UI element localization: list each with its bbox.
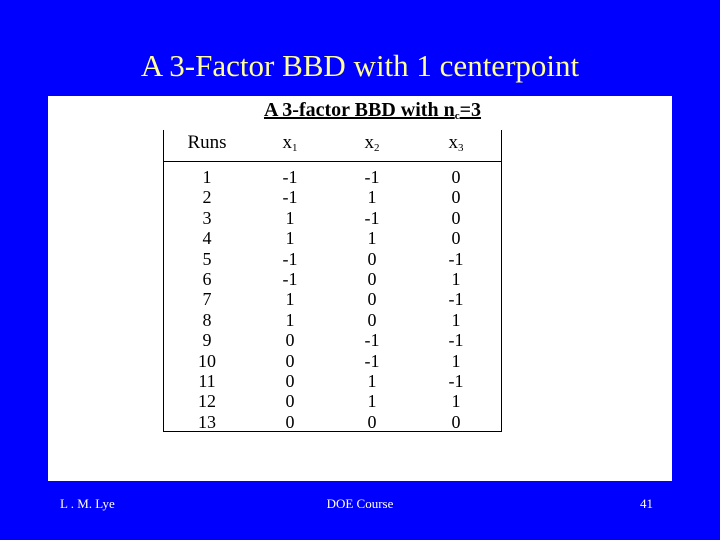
slide-title: A 3-Factor BBD with 1 centerpoint [140,48,580,83]
cell-x1: 0 [285,330,295,351]
table-row: 5 -1 0 -1 [164,249,501,269]
cell-x2: 1 [367,228,377,249]
cell-x2: -1 [364,167,380,187]
cell-x3: 0 [451,207,461,228]
header-x3: x3 [448,132,464,155]
cell-x3: 1 [451,268,461,289]
cell-run: 4 [202,228,212,249]
cell-x3: -1 [448,370,464,391]
table-row: 8 1 0 1 [164,310,501,330]
table-row: 13 0 0 0 [164,412,501,432]
footer-page-number: 41 [640,496,653,511]
cell-x2: 0 [367,289,377,310]
table-header-row: Runs x1 x2 x3 [164,130,501,162]
cell-x2: 1 [367,391,377,412]
table-title-tail: =3 [459,99,482,121]
cell-x1: -1 [282,187,298,208]
cell-x3: -1 [448,330,464,351]
cell-run: 10 [198,350,216,371]
cell-run: 9 [202,330,212,351]
cell-x1: 1 [285,207,295,228]
cell-x1: 0 [285,370,295,391]
cell-x2: -1 [364,350,380,371]
content-panel: A 3-factor BBD with nc=3 Runs x1 x2 x3 1… [48,96,672,481]
cell-x1: -1 [282,268,298,289]
cell-x3: 0 [451,167,461,187]
header-x1: x1 [282,132,298,155]
cell-x2: -1 [364,330,380,351]
cell-run: 1 [202,167,212,187]
cell-x3: 0 [451,228,461,249]
cell-x1: 1 [285,289,295,310]
table-row: 6 -1 0 1 [164,269,501,289]
table-row: 9 0 -1 -1 [164,330,501,350]
cell-run: 2 [202,187,212,208]
table-row: 10 0 -1 1 [164,351,501,371]
table-body: 1 -1 -1 0 2 -1 1 0 3 1 -1 0 4 1 1 0 5 -1 0 -1 6 -1 0 1 7 1 0 -1 8 1 0 1… [164,167,501,432]
cell-x1: 0 [285,411,295,432]
cell-run: 12 [198,391,216,412]
cell-x3: -1 [448,289,464,310]
cell-x2: 0 [367,268,377,289]
table-title: A 3-factor BBD with nc=3 [48,98,672,128]
footer-course: DOE Course [326,496,394,511]
bbd-design-table: Runs x1 x2 x3 1 -1 -1 0 2 -1 1 0 3 1 -1 0 4 1 1 0 5 -1 0 -1… [163,130,502,432]
cell-x1: 0 [285,391,295,412]
cell-x3: 0 [451,187,461,208]
cell-x3: 1 [451,391,461,412]
table-row: 12 0 1 1 [164,391,501,411]
table-row: 2 -1 1 0 [164,187,501,207]
cell-x1: -1 [282,167,298,187]
table-title-main: A 3-factor BBD with n [263,99,455,121]
cell-run: 8 [202,309,212,330]
cell-x1: -1 [282,248,298,269]
cell-x3: 1 [451,309,461,330]
header-x2: x2 [364,132,380,155]
cell-x2: 1 [367,187,377,208]
table-row: 1 -1 -1 0 [164,167,501,187]
cell-x3: 1 [451,350,461,371]
header-runs: Runs [187,132,227,153]
cell-x3: -1 [448,248,464,269]
table-row: 7 1 0 -1 [164,289,501,309]
cell-x2: 0 [367,248,377,269]
cell-run: 7 [202,289,212,310]
cell-x2: 1 [367,370,377,391]
cell-x3: 0 [451,411,461,432]
table-row: 11 0 1 -1 [164,371,501,391]
cell-run: 13 [198,411,216,432]
cell-x2: -1 [364,207,380,228]
cell-run: 11 [198,370,216,391]
cell-x1: 0 [285,350,295,371]
cell-run: 3 [202,207,212,228]
cell-run: 5 [202,248,212,269]
cell-x1: 1 [285,309,295,330]
cell-x2: 0 [367,411,377,432]
cell-run: 6 [202,268,212,289]
cell-x2: 0 [367,309,377,330]
cell-x1: 1 [285,228,295,249]
table-row: 3 1 -1 0 [164,208,501,228]
table-row: 4 1 1 0 [164,228,501,248]
